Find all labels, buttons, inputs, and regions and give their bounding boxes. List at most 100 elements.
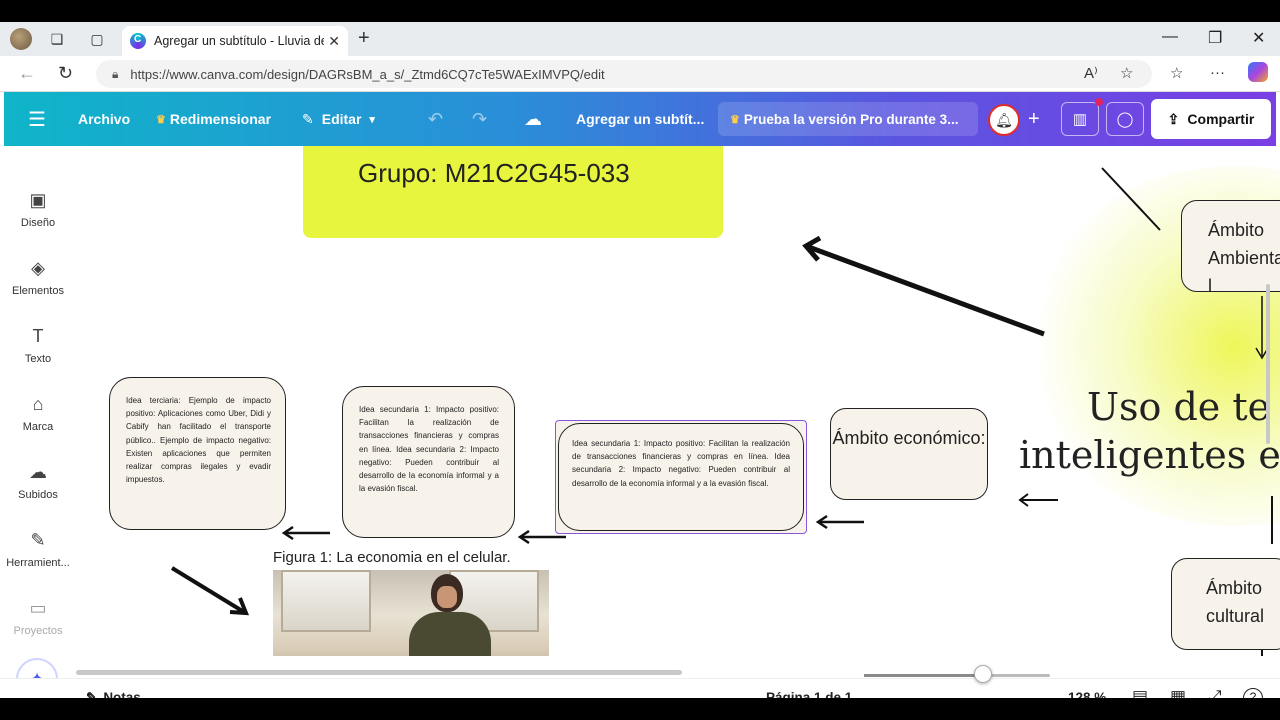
pages-view-icon[interactable]: ▤ — [1132, 687, 1148, 698]
node-idea-terciaria[interactable]: Idea terciaria: Ejemplo de impacto posit… — [109, 377, 286, 530]
shapes-icon: ◈ — [31, 258, 45, 278]
brand-icon: ⌂ — [32, 394, 44, 414]
sidebar-item-label: Elementos — [12, 285, 64, 297]
central-title[interactable]: Uso de te inteligentes e — [1019, 384, 1280, 479]
more-icon[interactable]: ··· — [1210, 64, 1225, 81]
profile-avatar[interactable] — [10, 28, 32, 50]
undo-icon[interactable]: ↶ — [428, 92, 443, 146]
node-ambito-economico[interactable]: Ámbito económico: — [830, 408, 988, 500]
node-idea-secundaria-a-text: Idea secundaria 1: Impacto positivo: Fac… — [359, 405, 499, 494]
canva-favicon-icon — [130, 33, 146, 49]
tools-icon: ✎ — [30, 530, 46, 550]
photo-window-left — [281, 570, 371, 632]
collections-icon[interactable]: ☆ — [1170, 64, 1183, 82]
sidebar-item-label: Proyectos — [13, 625, 63, 637]
browser-window: ❏ ▢ Agregar un subtítulo - Lluvia de ide… — [0, 22, 1280, 698]
arrow-to-figure — [170, 566, 246, 614]
minimize-icon[interactable]: — — [1162, 28, 1178, 46]
crown-icon: ♛ — [730, 113, 740, 126]
editar-button[interactable]: ✎ Editar ▾ — [302, 92, 375, 146]
browser-tab-active[interactable]: Agregar un subtítulo - Lluvia de ideas ✕ — [122, 26, 348, 56]
notes-button[interactable]: ✎ Notas — [86, 690, 141, 698]
restore-icon[interactable]: ❐ — [1208, 28, 1222, 48]
text-icon: T — [32, 326, 44, 346]
fullscreen-icon[interactable]: ⤢ — [1208, 687, 1222, 698]
sidebar-item-label: Texto — [24, 353, 52, 365]
sidebar-item-herramientas[interactable]: ✎ Herramient... — [0, 530, 76, 569]
address-bar: ← ↻ 🔒︎ https://www.canva.com/design/DAGR… — [0, 56, 1280, 92]
copilot-icon[interactable] — [1248, 62, 1268, 82]
photo-person — [405, 572, 495, 656]
redimensionar-button[interactable]: ♛ Redimensionar — [156, 92, 271, 146]
notifications-avatar-icon[interactable]: 🔔︎ — [988, 104, 1020, 136]
help-icon[interactable]: ? — [1243, 688, 1263, 698]
zoom-slider[interactable] — [864, 674, 1050, 677]
close-tab-icon[interactable]: ✕ — [328, 33, 340, 50]
central-title-line-1: Uso de te — [1087, 385, 1271, 429]
tab-actions-icon[interactable]: ▢ — [86, 29, 108, 49]
add-collaborator-icon[interactable]: + — [1028, 92, 1040, 146]
favorite-icon[interactable]: ☆ — [1120, 64, 1133, 82]
arrow-to-group — [805, 243, 1045, 337]
photo-person-face — [437, 586, 457, 608]
sidebar-item-diseno[interactable]: ▣ Diseño — [0, 190, 76, 229]
layout-icon: ▣ — [29, 190, 47, 210]
design-canvas[interactable]: Grupo: M21C2G45-033 Idea terciaria: Ejem… — [94, 146, 1280, 656]
sidebar-item-marca[interactable]: ⌂ Marca — [0, 394, 76, 433]
central-title-line-2: inteligentes e — [1019, 432, 1280, 477]
diagonal-line-top-right — [1101, 167, 1161, 231]
upload-icon: ⇪ — [1167, 110, 1180, 127]
analytics-icon[interactable]: ▥ — [1061, 102, 1099, 136]
node-idea-secundaria-a[interactable]: Idea secundaria 1: Impacto positivo: Fac… — [342, 386, 515, 538]
new-tab-icon[interactable]: + — [358, 27, 370, 50]
share-button[interactable]: ⇪ Compartir — [1151, 99, 1271, 139]
horizontal-scrollbar[interactable] — [76, 670, 682, 675]
tab-strip: ❏ ▢ Agregar un subtítulo - Lluvia de ide… — [0, 22, 1280, 56]
notes-icon: ✎ — [86, 690, 98, 698]
sidebar-item-elementos[interactable]: ◈ Elementos — [0, 258, 76, 297]
zoom-slider-fill — [864, 674, 984, 677]
sidebar-item-proyectos[interactable]: ▭ Proyectos — [0, 598, 76, 637]
cloud-save-icon[interactable]: ☁ — [524, 92, 542, 146]
url-text: https://www.canva.com/design/DAGRsBM_a_s… — [130, 66, 605, 82]
reload-icon[interactable]: ↻ — [58, 63, 73, 84]
menu-icon[interactable]: ☰ — [28, 92, 46, 146]
node-ambito-cultural[interactable]: Ámbito cultural — [1171, 558, 1280, 650]
zoom-value[interactable]: 128 % — [1068, 690, 1106, 698]
chevron-down-icon: ▾ — [369, 113, 375, 126]
pro-trial-button[interactable]: ♛ Prueba la versión Pro durante 3... — [718, 102, 978, 136]
grid-view-icon[interactable]: ▦ — [1170, 687, 1186, 698]
design-title[interactable]: Agregar un subtít... — [576, 92, 704, 146]
pencil-icon: ✎ — [302, 110, 314, 127]
editor-footer: ✎ Notas Página 1 de 1 128 % ▤ ▦ ⤢ ? — [0, 678, 1280, 698]
lock-icon: 🔒︎ — [112, 66, 119, 81]
page-indicator[interactable]: Página 1 de 1 — [766, 690, 852, 698]
archivo-button[interactable]: Archivo — [78, 92, 130, 146]
node-ambito-ambiental[interactable]: Ámbito Ambiental — [1181, 200, 1280, 296]
node-idea-terciaria-text: Idea terciaria: Ejemplo de impacto posit… — [126, 396, 271, 485]
notes-label: Notas — [103, 690, 141, 698]
sidebar-item-subidos[interactable]: ☁ Subidos — [0, 462, 76, 501]
notification-dot — [1095, 98, 1103, 106]
ambito-cultural-label: Ámbito cultural — [1206, 578, 1265, 626]
figure-caption[interactable]: Figura 1: La economia en el celular. — [273, 549, 511, 566]
redo-icon[interactable]: ↷ — [472, 92, 487, 146]
sidebar-item-texto[interactable]: T Texto — [0, 326, 76, 365]
upload-cloud-icon: ☁ — [29, 462, 47, 482]
url-field[interactable]: 🔒︎ https://www.canva.com/design/DAGRsBM_… — [96, 60, 1152, 88]
close-window-icon[interactable]: ✕ — [1252, 28, 1265, 48]
workspaces-icon[interactable]: ❏ — [46, 29, 68, 49]
editar-label: Editar — [321, 111, 362, 127]
side-panel: ▣ Diseño ◈ Elementos T Texto ⌂ Marca ☁ S… — [0, 146, 94, 698]
vertical-scrollbar[interactable] — [1266, 284, 1270, 444]
sidebar-item-label: Diseño — [20, 217, 56, 229]
node-idea-secundaria-b-selected[interactable]: Idea secundaria 1: Impacto positivo: Fac… — [555, 420, 807, 534]
read-aloud-icon[interactable]: A⁾ — [1084, 64, 1098, 82]
back-icon[interactable]: ← — [18, 63, 36, 84]
crown-icon: ♛ — [156, 113, 166, 126]
comments-icon[interactable]: ◯ — [1106, 102, 1144, 136]
photo-person-body — [409, 612, 491, 656]
canva-toolbar: ☰ Archivo ♛ Redimensionar ✎ Editar ▾ ↶ ↷… — [4, 92, 1276, 146]
zoom-slider-knob[interactable] — [974, 665, 993, 683]
figure-photo-woman-phone[interactable] — [273, 570, 549, 656]
